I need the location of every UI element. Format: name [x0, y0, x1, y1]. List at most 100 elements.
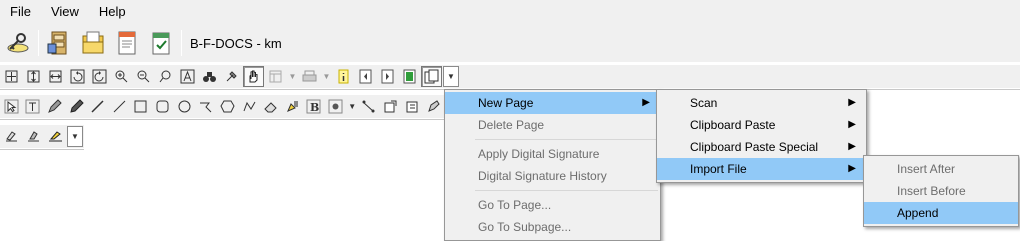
folder-stack-icon[interactable] [79, 29, 107, 57]
chevron-right-icon: ▶ [848, 163, 856, 174]
menubar: File View Help [0, 0, 1020, 24]
cabinet-icon[interactable] [45, 29, 73, 57]
find-icon[interactable] [199, 66, 220, 87]
stamp-icon[interactable] [325, 96, 346, 117]
chevron-right-icon: ▶ [848, 97, 856, 108]
line-thin-icon[interactable] [109, 96, 130, 117]
page-arrow-icon[interactable] [380, 96, 401, 117]
new-page-icon[interactable] [421, 66, 442, 87]
fit-width-icon[interactable] [45, 66, 66, 87]
rectangle-icon[interactable] [131, 96, 152, 117]
ellipse-icon[interactable] [174, 96, 195, 117]
menu-item-label: Scan [690, 96, 718, 110]
chevron-down-icon[interactable]: ▼ [347, 96, 358, 117]
annotation-toolbar: B ▼ [0, 94, 445, 118]
svg-text:B: B [310, 101, 319, 114]
connector-icon[interactable] [359, 96, 380, 117]
hand-pan-icon[interactable] [243, 66, 264, 87]
menu-item-label: Digital Signature History [478, 169, 607, 183]
menu-item-delete-page[interactable]: Delete Page [445, 114, 660, 136]
zoom-in-icon[interactable] [111, 66, 132, 87]
chevron-down-icon[interactable]: ▼ [443, 66, 459, 87]
menu-item-label: Apply Digital Signature [478, 147, 600, 161]
page-layout-icon[interactable] [265, 66, 286, 87]
document-title: B-F-DOCS - km [190, 35, 282, 51]
rounded-rect-icon[interactable] [152, 96, 173, 117]
toolbar-separator [38, 30, 39, 56]
menu-item-go-to-page[interactable]: Go To Page... [445, 194, 660, 216]
menu-item-label: Clipboard Paste Special [690, 140, 819, 154]
page-edit-icon[interactable] [402, 96, 423, 117]
toolbar-divider [0, 119, 445, 120]
menu-separator [475, 190, 658, 191]
text-select-icon[interactable] [177, 66, 198, 87]
chevron-down-icon[interactable]: ▼ [321, 66, 332, 87]
fit-height-icon[interactable] [23, 66, 44, 87]
menu-item-clipboard-paste-special[interactable]: Clipboard Paste Special ▶ [657, 136, 866, 158]
print-icon[interactable] [299, 66, 320, 87]
chevron-down-icon[interactable]: ▼ [287, 66, 298, 87]
menu-item-label: Go To Page... [478, 198, 552, 212]
rotate-left-icon[interactable] [67, 66, 88, 87]
menu-item-clipboard-paste[interactable]: Clipboard Paste ▶ [657, 114, 866, 136]
sign-pen-icon[interactable] [45, 126, 66, 147]
menu-separator [475, 139, 658, 140]
fit-all-icon[interactable] [1, 66, 22, 87]
toolbar-divider [0, 149, 84, 150]
sign-stamp-icon[interactable] [23, 126, 44, 147]
menu-item-import-file[interactable]: Import File ▶ [657, 158, 866, 180]
marker-icon[interactable] [66, 96, 87, 117]
menu-item-label: Insert Before [897, 184, 966, 198]
key-icon[interactable] [4, 29, 32, 57]
polygon-icon[interactable] [217, 96, 238, 117]
zoom-out-icon[interactable] [133, 66, 154, 87]
menu-item-new-page[interactable]: New Page ▶ [445, 92, 660, 114]
menu-item-go-to-subpage[interactable]: Go To Subpage... [445, 216, 660, 238]
page-green-icon[interactable] [399, 66, 420, 87]
new-page-submenu: Scan ▶ Clipboard Paste ▶ Clipboard Paste… [656, 89, 867, 183]
menu-help[interactable]: Help [89, 0, 136, 24]
text-box-icon[interactable] [23, 96, 44, 117]
import-file-submenu: Insert After Insert Before Append [863, 155, 1019, 227]
main-toolbar: B-F-DOCS - km [0, 24, 1020, 62]
menu-item-insert-before[interactable]: Insert Before [864, 180, 1018, 202]
bold-stamp-icon[interactable]: B [304, 96, 325, 117]
eraser-icon[interactable] [260, 96, 281, 117]
menu-item-label: Clipboard Paste [690, 118, 776, 132]
pen-icon[interactable] [44, 96, 65, 117]
zoom-icon[interactable] [155, 66, 176, 87]
document-icon[interactable] [113, 29, 141, 57]
menu-item-label: Delete Page [478, 118, 545, 132]
line-icon[interactable] [87, 96, 108, 117]
rotate-right-icon[interactable] [89, 66, 110, 87]
menu-item-insert-after[interactable]: Insert After [864, 158, 1018, 180]
chevron-down-icon[interactable]: ▼ [67, 126, 83, 147]
chevron-right-icon: ▶ [848, 119, 856, 130]
view-toolbar: ▼ ▼ ▼ [0, 64, 1020, 88]
menu-item-label: Append [897, 206, 939, 220]
menu-item-digital-signature-history[interactable]: Digital Signature History [445, 165, 660, 187]
menu-item-scan[interactable]: Scan ▶ [657, 92, 866, 114]
chevron-right-icon: ▶ [642, 97, 650, 108]
menu-file[interactable]: File [0, 0, 41, 24]
menu-item-label: New Page [478, 96, 534, 110]
menu-item-label: Insert After [897, 162, 956, 176]
polyline-icon[interactable] [239, 96, 260, 117]
menu-item-label: Go To Subpage... [478, 220, 572, 234]
document-check-icon[interactable] [147, 29, 175, 57]
menu-item-append[interactable]: Append [864, 202, 1018, 224]
toolbar-separator [181, 30, 182, 56]
highlighter-icon[interactable] [282, 96, 303, 117]
tools-icon[interactable] [221, 66, 242, 87]
menu-view[interactable]: View [41, 0, 89, 24]
menu-item-apply-digital-signature[interactable]: Apply Digital Signature [445, 143, 660, 165]
pointer-icon[interactable] [1, 96, 22, 117]
info-icon[interactable] [333, 66, 354, 87]
freeform-icon[interactable] [195, 96, 216, 117]
annotation-extra-icon[interactable] [423, 96, 444, 117]
first-page-icon[interactable] [355, 66, 376, 87]
menu-item-label: Import File [690, 162, 747, 176]
sign-icon[interactable] [1, 126, 22, 147]
next-page-icon[interactable] [377, 66, 398, 87]
signature-toolbar: ▼ [0, 124, 84, 148]
